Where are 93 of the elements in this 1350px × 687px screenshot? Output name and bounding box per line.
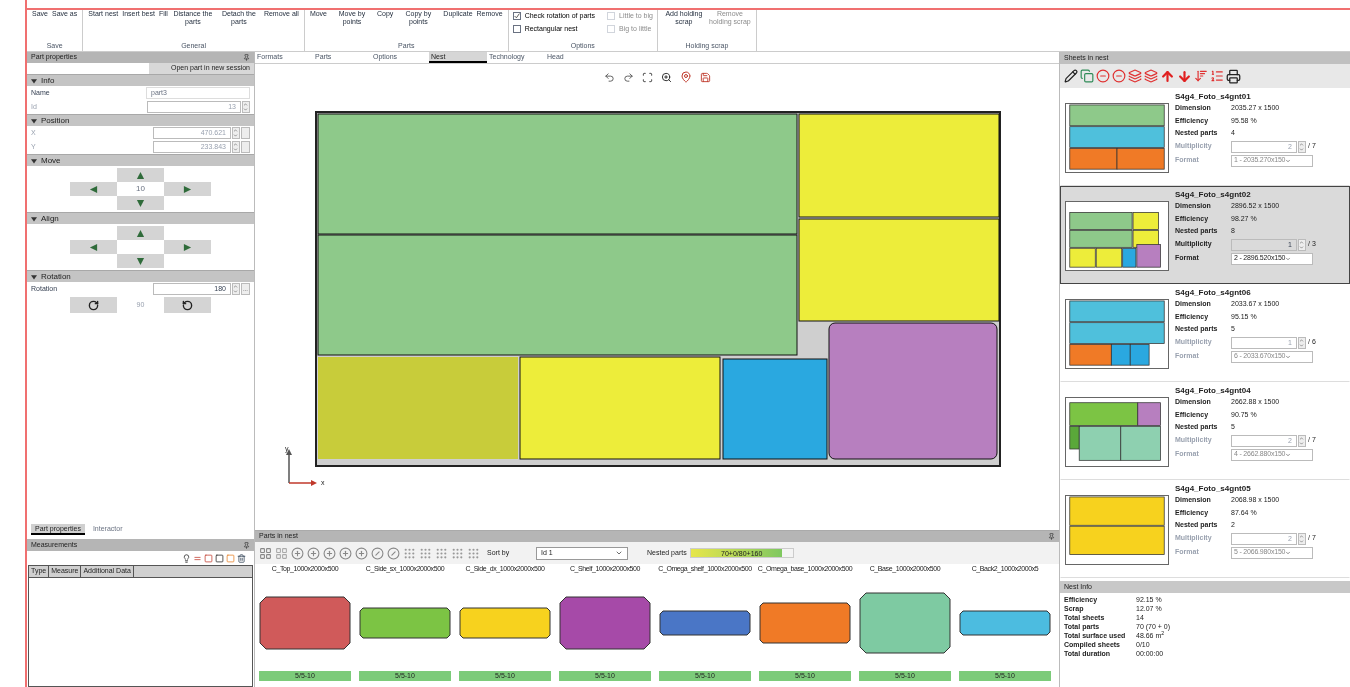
spin-buttons[interactable] xyxy=(1298,434,1306,447)
expand-caret-icon xyxy=(31,77,37,84)
add-part-icon[interactable] xyxy=(291,546,304,560)
remove-sheet-icon[interactable] xyxy=(1096,69,1110,83)
spin-buttons[interactable] xyxy=(1298,532,1306,545)
move-down-icon[interactable] xyxy=(1177,68,1192,84)
sheet-name: S4g4_Foto_s4gnt01 xyxy=(1174,91,1252,103)
part-shape[interactable] xyxy=(359,606,451,639)
sheet-name: S4g4_Foto_s4gnt05 xyxy=(1174,483,1252,495)
pencil-icon[interactable] xyxy=(1064,69,1078,83)
redo-icon[interactable] xyxy=(622,71,634,83)
dropdown-caret-icon xyxy=(1285,255,1292,262)
lightbulb-icon[interactable] xyxy=(182,553,191,563)
part-shape[interactable] xyxy=(959,609,1051,636)
parts-tool-icon[interactable] xyxy=(403,546,416,560)
down-arrow-icon xyxy=(136,198,145,208)
printer-icon[interactable] xyxy=(1226,68,1241,84)
move-right-button[interactable] xyxy=(164,240,211,254)
part-shape[interactable] xyxy=(259,595,351,650)
dropdown-caret-icon xyxy=(1285,353,1292,360)
section-header[interactable]: Align xyxy=(27,212,254,224)
expand-caret-icon xyxy=(31,215,37,222)
disable-icon[interactable] xyxy=(387,546,400,560)
sheet-name: S4g4_Foto_s4gnt04 xyxy=(1174,385,1252,397)
rotate-counterclockwise-icon xyxy=(182,299,193,311)
expand-caret-icon xyxy=(31,117,37,124)
dropdown-caret-icon xyxy=(1285,549,1292,556)
check-icon xyxy=(513,13,520,20)
zoom-icon[interactable] xyxy=(660,71,672,83)
rotate-counterclockwise-button[interactable] xyxy=(164,297,211,313)
square-icon[interactable] xyxy=(215,553,224,563)
part-shape[interactable] xyxy=(659,609,751,636)
parts-tool-icon[interactable] xyxy=(467,546,480,560)
checkbox[interactable] xyxy=(512,12,521,21)
left-arrow-icon xyxy=(89,184,98,194)
part-shape[interactable] xyxy=(859,591,951,654)
rotate-clockwise-icon xyxy=(88,299,99,311)
parts-tool-icon[interactable] xyxy=(451,546,464,560)
add-part-icon[interactable] xyxy=(339,546,352,560)
right-arrow-icon xyxy=(183,242,192,252)
move-left-button[interactable] xyxy=(70,182,117,196)
sheet-name: S4g4_Foto_s4gnt02 xyxy=(1174,189,1252,201)
down-arrow-icon xyxy=(136,256,145,266)
move-left-button[interactable] xyxy=(70,240,117,254)
part-shape[interactable] xyxy=(759,601,851,644)
spin-buttons[interactable] xyxy=(1298,336,1306,349)
sort-icon[interactable] xyxy=(1194,69,1208,83)
parts-tool-icon[interactable] xyxy=(435,546,448,560)
move-down-button[interactable] xyxy=(117,196,164,210)
pin-icon xyxy=(1048,533,1055,540)
rotate-clockwise-button[interactable] xyxy=(70,297,117,313)
dropdown-caret-icon xyxy=(1285,451,1292,458)
part-shape[interactable] xyxy=(459,606,551,639)
sheet-name: S4g4_Foto_s4gnt06 xyxy=(1174,287,1252,299)
checkbox[interactable] xyxy=(512,24,521,33)
part-shape[interactable] xyxy=(559,595,651,650)
pin-icon xyxy=(243,54,250,61)
pin-icon xyxy=(243,541,250,549)
move-down-button[interactable] xyxy=(117,254,164,268)
right-arrow-icon xyxy=(183,184,192,194)
move-up-button[interactable] xyxy=(117,226,164,240)
spin-buttons[interactable] xyxy=(1298,140,1306,153)
grid-view-icon[interactable] xyxy=(259,546,272,560)
expand-caret-icon xyxy=(31,157,37,164)
move-up-button[interactable] xyxy=(117,168,164,182)
trash-icon[interactable] xyxy=(237,553,246,563)
dropdown-caret-icon xyxy=(615,549,623,557)
move-up-icon[interactable] xyxy=(1160,68,1175,84)
section-header[interactable]: Rotation xyxy=(27,270,254,282)
section-header[interactable]: Info xyxy=(27,74,254,86)
section-header[interactable]: Position xyxy=(27,114,254,126)
left-arrow-icon xyxy=(89,242,98,252)
add-part-icon[interactable] xyxy=(323,546,336,560)
parts-tool-icon[interactable] xyxy=(419,546,432,560)
disable-icon[interactable] xyxy=(371,546,384,560)
up-arrow-icon xyxy=(136,228,145,238)
undo-icon[interactable] xyxy=(603,71,615,83)
layers-icon[interactable] xyxy=(1128,69,1142,83)
grid-view-icon[interactable] xyxy=(275,546,288,560)
remove-sheet-icon[interactable] xyxy=(1112,69,1126,83)
up-arrow-icon xyxy=(136,170,145,180)
save-icon[interactable] xyxy=(699,71,711,83)
fit-view-icon[interactable] xyxy=(641,71,653,83)
layers-icon[interactable] xyxy=(1144,69,1158,83)
add-part-icon[interactable] xyxy=(355,546,368,560)
expand-caret-icon xyxy=(31,273,37,280)
section-header[interactable]: Move xyxy=(27,154,254,166)
square-icon[interactable] xyxy=(204,553,213,563)
move-right-button[interactable] xyxy=(164,182,211,196)
pin-marker-icon[interactable] xyxy=(679,71,692,83)
nest-layout-drawing[interactable] xyxy=(315,111,1001,467)
dropdown-caret-icon xyxy=(1285,157,1292,164)
add-part-icon[interactable] xyxy=(307,546,320,560)
